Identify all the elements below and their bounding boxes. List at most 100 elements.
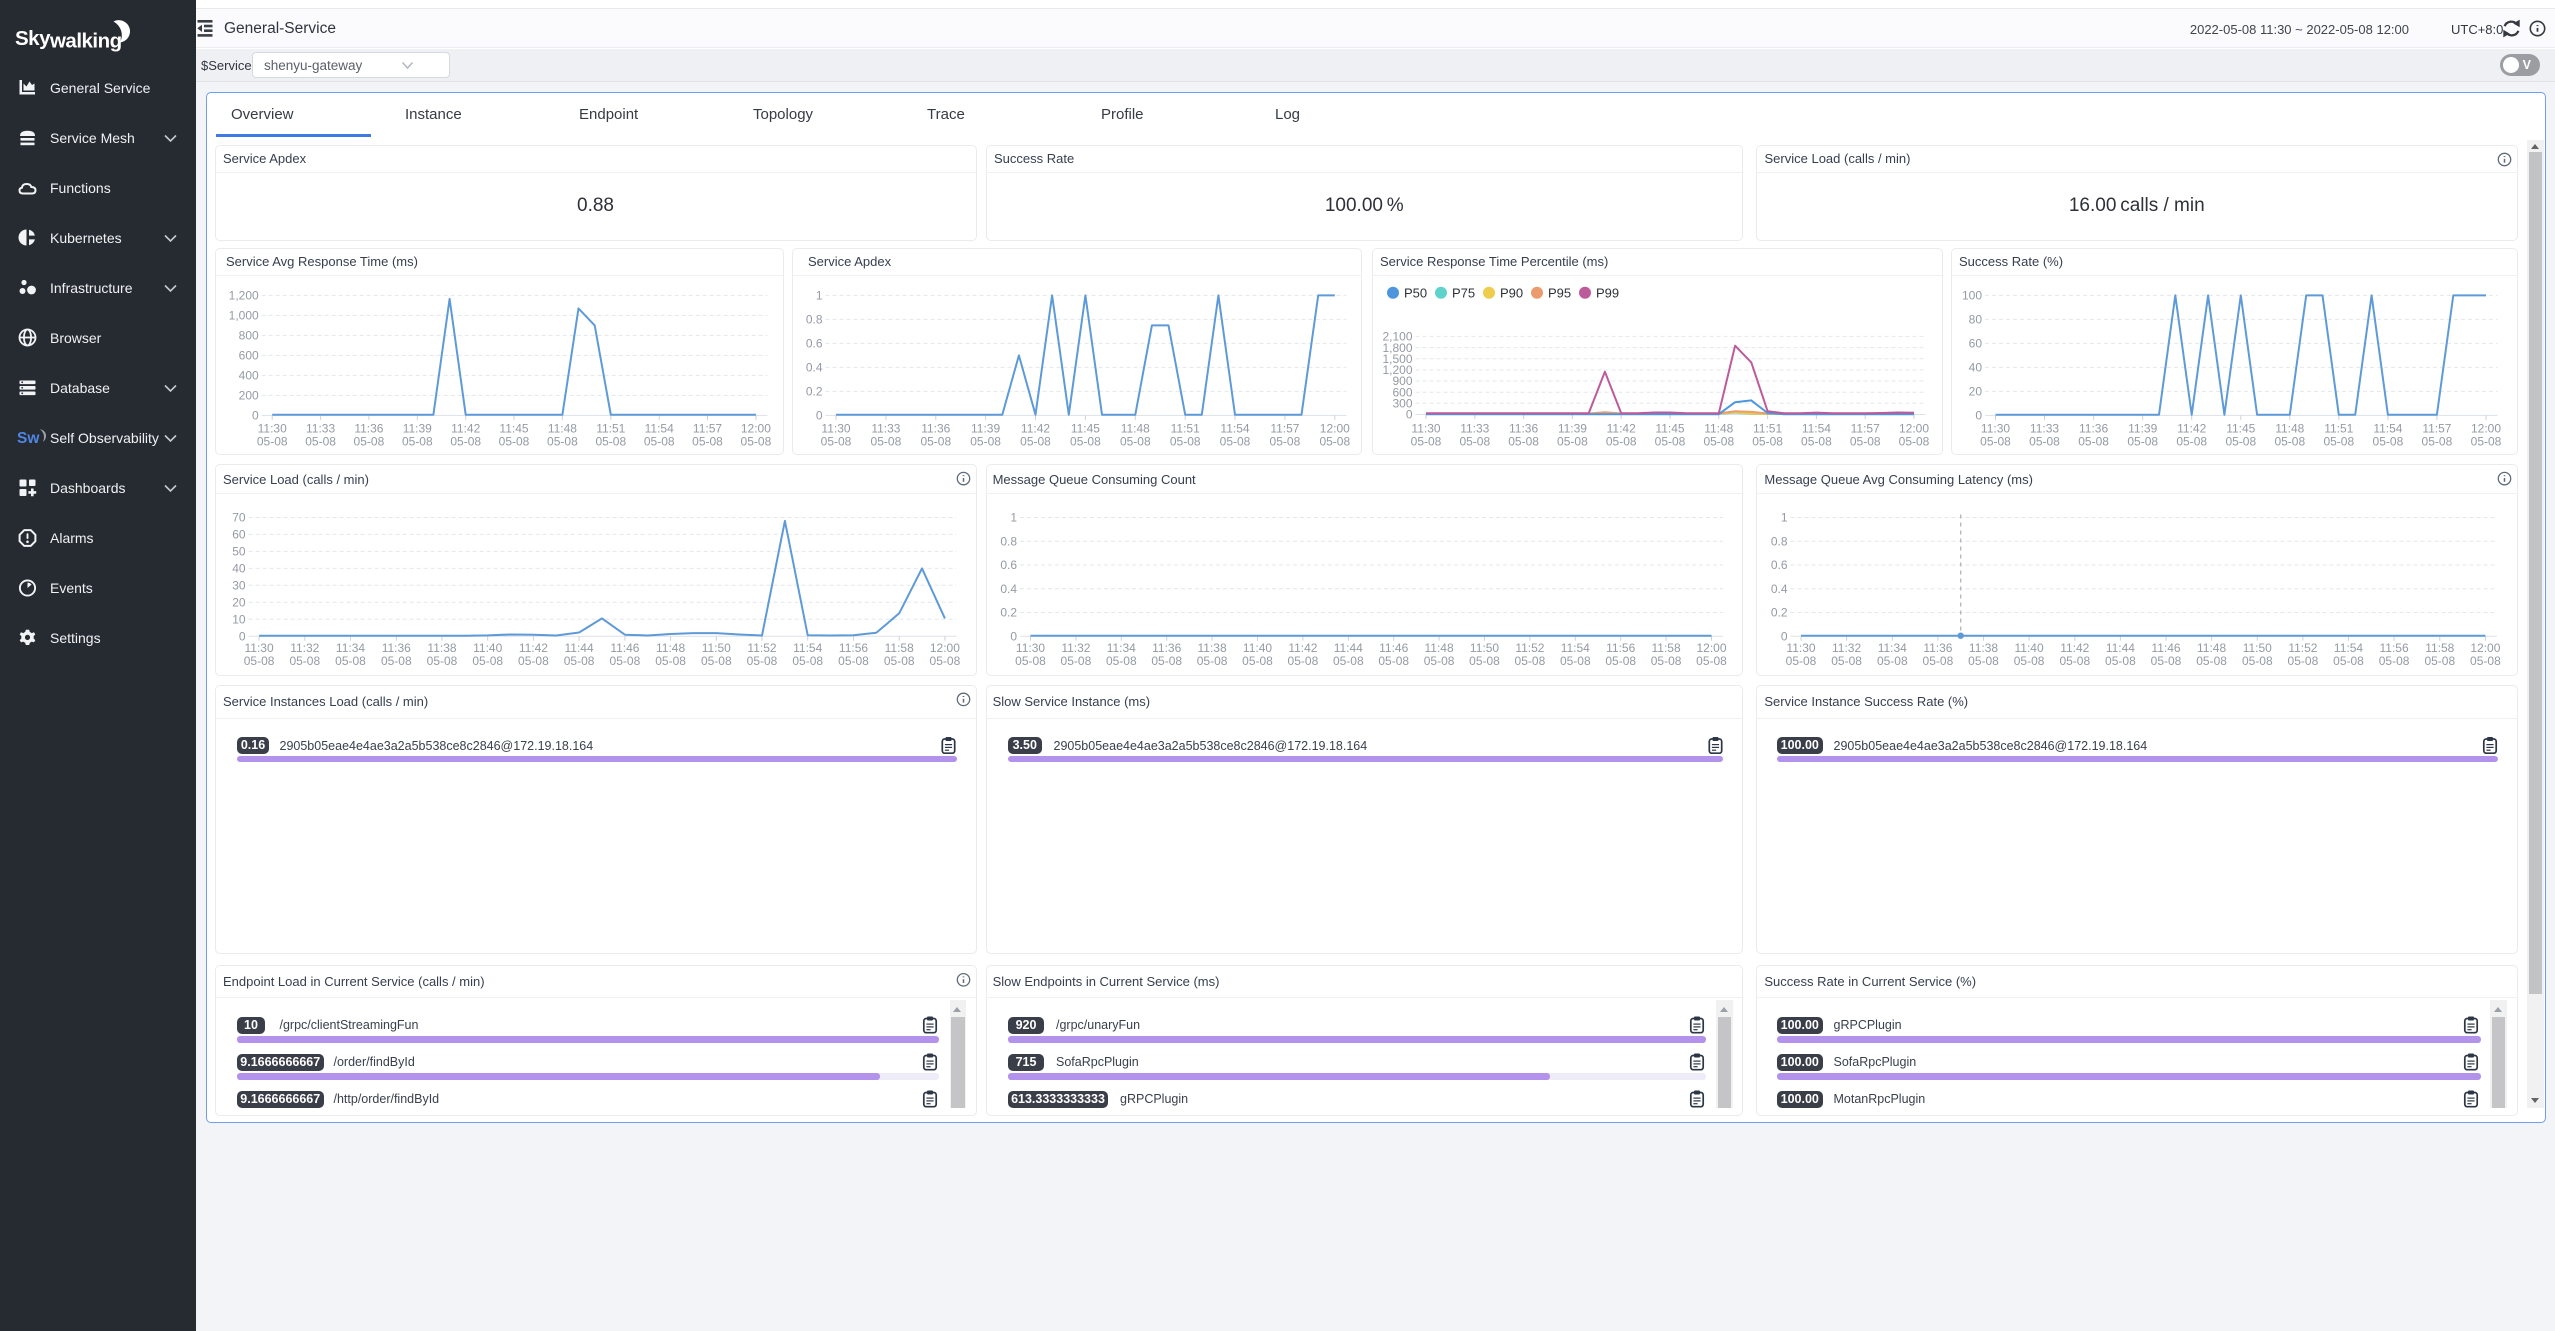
svg-text:05-08: 05-08 xyxy=(871,435,902,449)
svg-text:50: 50 xyxy=(232,544,246,558)
svg-text:11:33: 11:33 xyxy=(2030,422,2059,436)
svg-text:11:42: 11:42 xyxy=(1288,641,1317,655)
svg-text:0.6: 0.6 xyxy=(1771,558,1788,572)
svg-text:11:48: 11:48 xyxy=(656,641,685,655)
svg-text:11:30: 11:30 xyxy=(244,641,273,655)
svg-text:05-08: 05-08 xyxy=(518,654,549,668)
svg-text:05-08: 05-08 xyxy=(353,435,384,449)
svg-text:12:00: 12:00 xyxy=(1696,641,1726,655)
svg-text:05-08: 05-08 xyxy=(1319,435,1350,449)
svg-text:11:48: 11:48 xyxy=(1704,422,1733,436)
svg-text:11:38: 11:38 xyxy=(1969,641,1998,655)
svg-text:05-08: 05-08 xyxy=(335,654,366,668)
svg-text:05-08: 05-08 xyxy=(1423,654,1454,668)
svg-text:05-08: 05-08 xyxy=(700,654,731,668)
svg-text:05-08: 05-08 xyxy=(1899,435,1930,449)
svg-text:P95: P95 xyxy=(1548,285,1571,300)
svg-text:05-08: 05-08 xyxy=(838,654,869,668)
svg-text:05-08: 05-08 xyxy=(305,435,336,449)
svg-text:600: 600 xyxy=(238,349,258,363)
svg-text:11:36: 11:36 xyxy=(1923,641,1952,655)
svg-text:12:00: 12:00 xyxy=(2470,641,2500,655)
svg-text:11:42: 11:42 xyxy=(1021,422,1050,436)
svg-text:11:50: 11:50 xyxy=(1469,641,1498,655)
svg-text:2,100: 2,100 xyxy=(1382,330,1412,344)
svg-text:11:42: 11:42 xyxy=(1607,422,1636,436)
svg-text:11:48: 11:48 xyxy=(547,422,576,436)
svg-text:11:36: 11:36 xyxy=(381,641,410,655)
svg-text:0.2: 0.2 xyxy=(806,385,823,399)
svg-text:11:39: 11:39 xyxy=(402,422,431,436)
svg-text:05-08: 05-08 xyxy=(1220,435,1251,449)
svg-text:05-08: 05-08 xyxy=(2323,435,2354,449)
svg-text:05-08: 05-08 xyxy=(450,435,481,449)
svg-text:05-08: 05-08 xyxy=(2470,654,2501,668)
svg-text:05-08: 05-08 xyxy=(1411,435,1442,449)
svg-text:11:33: 11:33 xyxy=(871,422,900,436)
svg-text:0: 0 xyxy=(816,409,823,423)
svg-text:10: 10 xyxy=(232,612,246,626)
svg-text:P75: P75 xyxy=(1452,285,1475,300)
svg-text:1: 1 xyxy=(816,289,823,303)
svg-text:11:33: 11:33 xyxy=(1460,422,1489,436)
svg-text:05-08: 05-08 xyxy=(595,435,626,449)
svg-text:70: 70 xyxy=(232,510,246,524)
svg-text:11:51: 11:51 xyxy=(2324,422,2353,436)
svg-text:11:51: 11:51 xyxy=(596,422,625,436)
svg-text:1: 1 xyxy=(1781,510,1788,524)
svg-text:0.2: 0.2 xyxy=(1771,605,1788,619)
svg-text:11:32: 11:32 xyxy=(1832,641,1861,655)
svg-text:05-08: 05-08 xyxy=(692,435,723,449)
svg-text:11:36: 11:36 xyxy=(2079,422,2108,436)
svg-text:11:40: 11:40 xyxy=(473,641,502,655)
svg-text:05-08: 05-08 xyxy=(1151,654,1182,668)
svg-text:05-08: 05-08 xyxy=(1015,654,1046,668)
svg-text:0: 0 xyxy=(238,629,245,643)
svg-text:05-08: 05-08 xyxy=(2225,435,2256,449)
svg-text:05-08: 05-08 xyxy=(1105,654,1136,668)
svg-text:05-08: 05-08 xyxy=(2333,654,2364,668)
svg-text:30: 30 xyxy=(232,578,246,592)
svg-text:05-08: 05-08 xyxy=(1378,654,1409,668)
svg-text:05-08: 05-08 xyxy=(472,654,503,668)
svg-text:11:34: 11:34 xyxy=(335,641,364,655)
svg-text:11:30: 11:30 xyxy=(1411,422,1440,436)
svg-text:05-08: 05-08 xyxy=(883,654,914,668)
svg-text:11:42: 11:42 xyxy=(2060,641,2089,655)
svg-text:05-08: 05-08 xyxy=(1605,654,1636,668)
svg-text:05-08: 05-08 xyxy=(1786,654,1817,668)
svg-text:12:00: 12:00 xyxy=(740,422,770,436)
svg-text:11:44: 11:44 xyxy=(2106,641,2135,655)
svg-text:12:00: 12:00 xyxy=(1899,422,1929,436)
svg-text:11:42: 11:42 xyxy=(518,641,547,655)
svg-text:05-08: 05-08 xyxy=(746,654,777,668)
svg-text:11:30: 11:30 xyxy=(257,422,286,436)
svg-text:11:57: 11:57 xyxy=(2422,422,2451,436)
svg-text:05-08: 05-08 xyxy=(655,654,686,668)
svg-text:P99: P99 xyxy=(1596,285,1619,300)
svg-text:05-08: 05-08 xyxy=(426,654,457,668)
svg-text:20: 20 xyxy=(1969,385,1983,399)
svg-text:05-08: 05-08 xyxy=(2014,654,2045,668)
svg-text:1: 1 xyxy=(1010,510,1017,524)
svg-text:200: 200 xyxy=(238,389,258,403)
svg-text:11:32: 11:32 xyxy=(1061,641,1090,655)
svg-text:11:54: 11:54 xyxy=(793,641,822,655)
svg-text:11:45: 11:45 xyxy=(2226,422,2255,436)
svg-text:05-08: 05-08 xyxy=(1020,435,1051,449)
svg-text:05-08: 05-08 xyxy=(2105,654,2136,668)
svg-text:11:45: 11:45 xyxy=(499,422,528,436)
svg-text:11:51: 11:51 xyxy=(1753,422,1782,436)
svg-text:11:30: 11:30 xyxy=(1015,641,1044,655)
svg-text:05-08: 05-08 xyxy=(1242,654,1273,668)
svg-text:0.8: 0.8 xyxy=(806,313,823,327)
svg-text:05-08: 05-08 xyxy=(2379,654,2410,668)
svg-text:0.4: 0.4 xyxy=(1000,581,1017,595)
svg-text:05-08: 05-08 xyxy=(2274,435,2305,449)
svg-text:11:58: 11:58 xyxy=(2425,641,2454,655)
svg-text:P50: P50 xyxy=(1404,285,1427,300)
svg-text:05-08: 05-08 xyxy=(2373,435,2404,449)
svg-text:05-08: 05-08 xyxy=(2196,654,2227,668)
svg-text:11:58: 11:58 xyxy=(1651,641,1680,655)
svg-text:11:52: 11:52 xyxy=(747,641,776,655)
